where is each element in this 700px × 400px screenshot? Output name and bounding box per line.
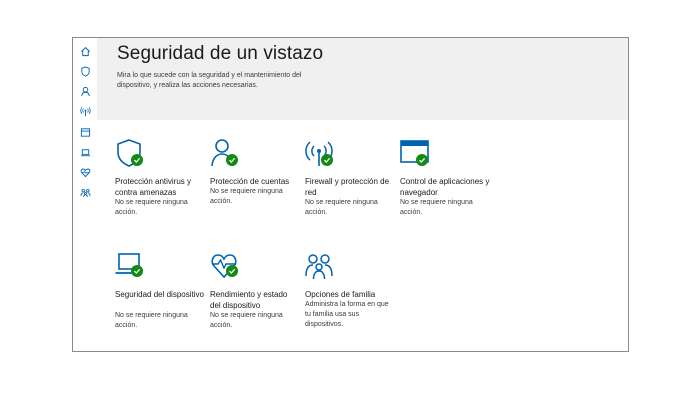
sidebar xyxy=(73,38,97,351)
tile-status: No se requiere ninguna acción. xyxy=(210,312,283,329)
heart-pulse-icon xyxy=(211,254,237,279)
tile-icon-wrap xyxy=(115,251,151,283)
tile-icon-wrap xyxy=(210,138,246,170)
tile-device-performance-health[interactable]: Rendimiento y estado del dispositivo No … xyxy=(210,251,300,331)
browser-window-icon xyxy=(400,140,429,163)
browser-window-icon xyxy=(80,127,90,137)
tile-status: No se requiere ninguna acción. xyxy=(305,199,378,216)
tile-status: No se requiere ninguna acción. xyxy=(400,199,473,216)
tile-icon-wrap xyxy=(210,251,246,283)
wifi-antenna-icon xyxy=(79,106,91,116)
tile-title: Control de aplicaciones y navegador xyxy=(400,177,490,197)
sidebar-item-family-options[interactable] xyxy=(79,186,91,198)
shield-icon xyxy=(117,139,141,167)
sidebar-item-device-security[interactable] xyxy=(79,146,91,158)
tile-app-browser-control[interactable]: Control de aplicaciones y navegador No s… xyxy=(400,138,490,218)
home-icon xyxy=(80,46,90,56)
tile-title: Rendimiento y estado del dispositivo xyxy=(210,290,288,310)
tile-title: Protección antivirus y contra amenazas xyxy=(115,177,192,197)
check-icon xyxy=(226,154,238,166)
tile-firewall-network[interactable]: Firewall y protección de red No se requi… xyxy=(305,138,395,218)
header-banner: Seguridad de un vistazo Mira lo que suce… xyxy=(97,38,628,120)
shield-icon xyxy=(80,65,90,77)
check-icon xyxy=(226,265,238,277)
tile-icon-wrap xyxy=(305,251,341,283)
page-subtitle: Mira lo que sucede con la seguridad y el… xyxy=(117,72,302,89)
sidebar-item-device-health[interactable] xyxy=(79,166,91,178)
check-icon xyxy=(321,154,333,166)
tile-title: Opciones de familia xyxy=(305,290,376,299)
page-title: Seguridad de un vistazo xyxy=(117,43,324,64)
tile-family-options[interactable]: Opciones de familia Administra la forma … xyxy=(305,251,395,331)
person-icon xyxy=(211,139,233,167)
tile-status: No se requiere ninguna acción. xyxy=(115,312,188,329)
tile-device-security[interactable]: Seguridad del dispositivo No se requiere… xyxy=(115,251,205,331)
laptop-icon xyxy=(115,253,143,274)
tile-status: No se requiere ninguna acción. xyxy=(115,199,188,216)
sidebar-item-virus-protection[interactable] xyxy=(79,65,91,77)
tile-icon-wrap xyxy=(305,138,341,170)
tile-title: Seguridad del dispositivo xyxy=(115,290,204,299)
sidebar-item-account-protection[interactable] xyxy=(79,85,91,97)
sidebar-item-home[interactable] xyxy=(79,45,91,57)
windows-security-window: Seguridad de un vistazo Mira lo que suce… xyxy=(72,37,629,352)
person-icon xyxy=(80,86,90,96)
tile-title: Firewall y protección de red xyxy=(305,177,390,197)
family-icon xyxy=(80,188,90,197)
tile-virus-threat-protection[interactable]: Protección antivirus y contra amenazas N… xyxy=(115,138,205,218)
heart-icon xyxy=(80,168,90,177)
sidebar-item-firewall[interactable] xyxy=(79,105,91,117)
tile-icon-wrap xyxy=(115,138,151,170)
check-icon xyxy=(131,154,143,166)
tile-status: No se requiere ninguna acción. xyxy=(210,188,283,205)
laptop-icon xyxy=(80,148,90,156)
tile-status: Administra la forma en que tu familia us… xyxy=(305,301,389,328)
tile-account-protection[interactable]: Protección de cuentas No se requiere nin… xyxy=(210,138,300,218)
wifi-antenna-icon xyxy=(305,141,333,166)
check-icon xyxy=(416,154,428,166)
sidebar-item-app-browser-control[interactable] xyxy=(79,126,91,138)
tile-title: Protección de cuentas xyxy=(210,177,290,186)
family-icon xyxy=(305,254,333,280)
check-icon xyxy=(131,265,143,277)
tile-icon-wrap xyxy=(400,138,436,170)
